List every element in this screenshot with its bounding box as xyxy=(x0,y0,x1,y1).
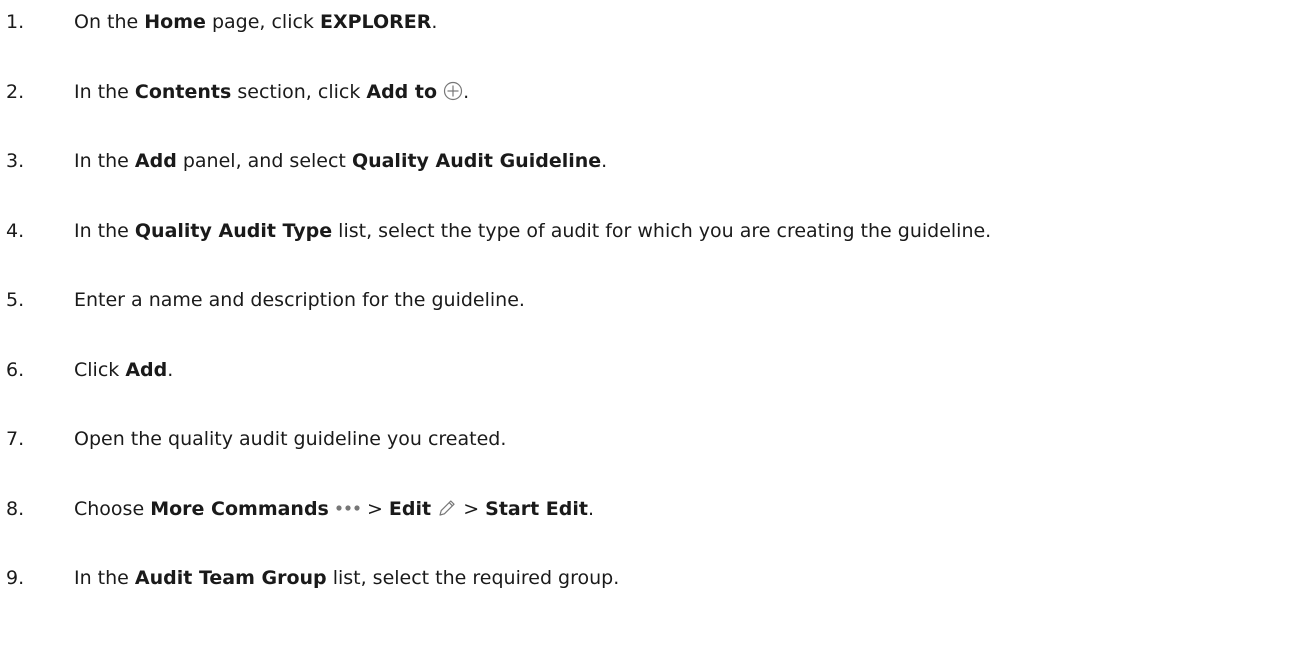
step-3: 3. In the Add panel, and select Quality … xyxy=(0,141,1299,181)
text-run: In the xyxy=(74,567,135,589)
step-text: In the Add panel, and select Quality Aud… xyxy=(74,141,607,181)
text-run: . xyxy=(431,11,438,33)
text-run: Open the quality audit guideline you cre… xyxy=(74,428,507,450)
text-run: list, select the type of audit for which… xyxy=(332,220,992,242)
step-text: In the Quality Audit Type list, select t… xyxy=(74,211,991,251)
ui-term-quality-audit-guideline: Quality Audit Guideline xyxy=(351,150,602,172)
step-number: 4. xyxy=(6,220,25,242)
ui-term-more-commands: More Commands xyxy=(150,498,329,520)
ui-term-start-edit: Start Edit xyxy=(485,498,588,520)
text-run: In the xyxy=(74,81,135,103)
ui-term-home: Home xyxy=(144,11,206,33)
step-number: 5. xyxy=(6,289,25,311)
text-run: In the xyxy=(74,220,135,242)
text-run: Choose xyxy=(74,498,151,520)
text-run: . xyxy=(601,150,608,172)
step-1: 1. On the Home page, click EXPLORER. xyxy=(0,2,1299,42)
step-number: 1. xyxy=(6,11,25,33)
ui-term-edit: Edit xyxy=(388,498,432,520)
ui-term-add: Add xyxy=(134,150,177,172)
text-run: section, click xyxy=(231,81,367,103)
step-number: 7. xyxy=(6,428,25,450)
ui-term-explorer: EXPLORER xyxy=(319,11,432,33)
ui-term-audit-team-group: Audit Team Group xyxy=(134,567,327,589)
add-circle-icon xyxy=(443,81,463,101)
step-text: Choose More Commands > Edit > Start Edit… xyxy=(74,489,594,529)
step-8: 8. Choose More Commands > Edit > Start E… xyxy=(0,489,1299,529)
text-run: panel, and select xyxy=(176,150,352,172)
text-run: In the xyxy=(74,150,135,172)
ui-term-quality-audit-type: Quality Audit Type xyxy=(134,220,333,242)
step-text: Enter a name and description for the gui… xyxy=(74,280,525,320)
edit-pencil-icon xyxy=(437,498,457,518)
step-9: 9. In the Audit Team Group list, select … xyxy=(0,558,1299,598)
text-run: . xyxy=(588,498,595,520)
step-number: 2. xyxy=(6,81,25,103)
text-run: > xyxy=(360,498,389,520)
text-run: On the xyxy=(74,11,145,33)
ui-term-add: Add xyxy=(125,359,168,381)
step-number: 3. xyxy=(6,150,25,172)
step-number: 9. xyxy=(6,567,25,589)
step-2: 2. In the Contents section, click Add to… xyxy=(0,72,1299,112)
text-run: list, select the required group. xyxy=(326,567,620,589)
step-text: Open the quality audit guideline you cre… xyxy=(74,419,506,459)
step-text: In the Contents section, click Add to . xyxy=(74,72,469,112)
ui-term-contents: Contents xyxy=(134,81,232,103)
text-run: Enter a name and description for the gui… xyxy=(74,289,525,311)
step-6: 6. Click Add. xyxy=(0,350,1299,390)
text-run: Click xyxy=(74,359,126,381)
step-7: 7. Open the quality audit guideline you … xyxy=(0,419,1299,459)
text-run: page, click xyxy=(205,11,320,33)
step-text: Click Add. xyxy=(74,350,173,390)
text-run: . xyxy=(167,359,174,381)
step-number: 6. xyxy=(6,359,25,381)
more-commands-icon xyxy=(335,504,361,512)
step-5: 5. Enter a name and description for the … xyxy=(0,280,1299,320)
step-4: 4. In the Quality Audit Type list, selec… xyxy=(0,211,1299,251)
step-text: On the Home page, click EXPLORER. xyxy=(74,2,437,42)
step-number: 8. xyxy=(6,498,25,520)
step-text: In the Audit Team Group list, select the… xyxy=(74,558,619,598)
ui-term-add-to: Add to xyxy=(366,81,438,103)
text-run: . xyxy=(463,81,470,103)
text-run: > xyxy=(457,498,486,520)
